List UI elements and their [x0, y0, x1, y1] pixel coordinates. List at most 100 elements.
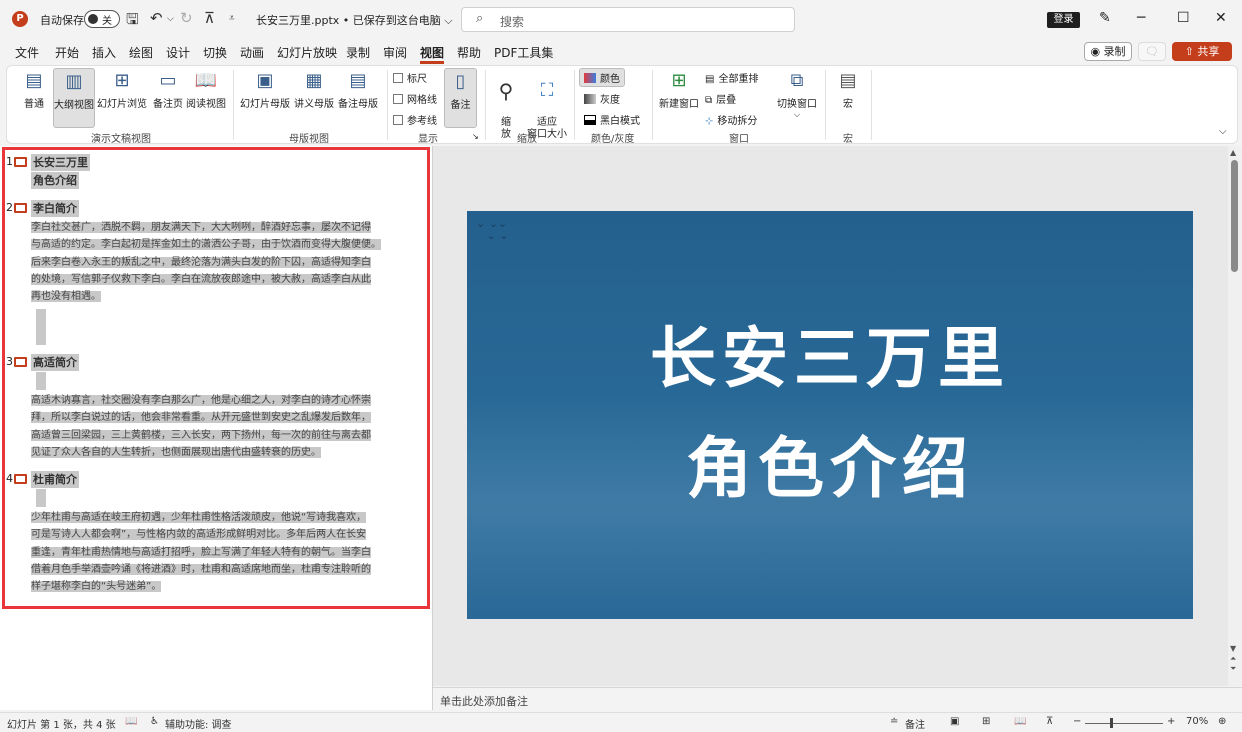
- cascade-label: 层叠: [716, 95, 737, 106]
- collapse-ribbon-icon[interactable]: ⌵: [1219, 126, 1227, 137]
- share-button[interactable]: ⇧ 共享: [1172, 42, 1232, 61]
- undo-dropdown-icon[interactable]: ⌵: [167, 14, 174, 24]
- move-split-button[interactable]: ⊹ 移动拆分: [705, 112, 757, 127]
- next-slide-icon[interactable]: ⏷: [1230, 664, 1236, 674]
- tab-view[interactable]: 视图: [420, 44, 444, 61]
- tab-review[interactable]: 审阅: [383, 44, 407, 61]
- zoom-out-icon[interactable]: −: [1073, 716, 1081, 727]
- black-white-button[interactable]: 黑白模式: [584, 112, 640, 127]
- separator: [825, 70, 826, 140]
- previous-slide-icon[interactable]: ⏶: [1230, 654, 1236, 664]
- switch-window-icon: ⧉: [790, 70, 804, 91]
- move-split-label: 移动拆分: [717, 116, 758, 127]
- scrollbar-thumb[interactable]: [1231, 160, 1238, 272]
- autosave-toggle[interactable]: 关: [84, 10, 120, 28]
- autosave-label: 自动保存: [40, 14, 84, 27]
- toggle-knob: [88, 14, 98, 24]
- notes-placeholder: 单击此处添加备注: [440, 695, 528, 708]
- minimize-icon[interactable]: ─: [1137, 10, 1145, 26]
- switch-window-button[interactable]: ⧉ 切换窗口 ⌵: [774, 70, 820, 126]
- tab-animations[interactable]: 动画: [240, 44, 264, 61]
- present-icon[interactable]: ⊼: [204, 9, 215, 27]
- new-window-button[interactable]: ⊞ 新建窗口: [657, 70, 701, 126]
- save-icon[interactable]: 🖫: [126, 9, 139, 34]
- tab-file[interactable]: 文件: [15, 44, 39, 61]
- notes-toggle-button[interactable]: ▯ 备注: [444, 68, 477, 128]
- scroll-down-icon[interactable]: ▼: [1230, 644, 1236, 653]
- zoom-slider[interactable]: [1085, 723, 1163, 724]
- show-dialog-launcher-icon[interactable]: ↘: [472, 132, 479, 141]
- reading-view-icon[interactable]: 📖: [1014, 716, 1026, 727]
- close-icon[interactable]: ✕: [1215, 10, 1227, 26]
- spellcheck-icon[interactable]: 📖: [125, 716, 137, 727]
- scroll-up-icon[interactable]: ▲: [1230, 148, 1236, 157]
- separator: [485, 70, 486, 140]
- slide-title-text[interactable]: 长安三万里: [467, 305, 1193, 401]
- slide-canvas[interactable]: 长安三万里 角色介绍: [467, 211, 1193, 619]
- outline-view-button[interactable]: ▥ 大纲视图: [53, 68, 95, 128]
- notes-master-button[interactable]: ▤ 备注母版: [336, 70, 380, 126]
- tab-record[interactable]: 录制: [346, 44, 370, 61]
- zoom-in-icon[interactable]: +: [1167, 716, 1175, 727]
- normal-view-icon: ▤: [25, 70, 43, 91]
- slide-sorter-button[interactable]: ⊞ 幻灯片浏览: [96, 70, 148, 126]
- color-icon: [584, 73, 596, 83]
- black-white-icon: [584, 115, 596, 125]
- normal-view-icon[interactable]: ▣: [950, 716, 959, 727]
- handout-master-button[interactable]: ▦ 讲义母版: [292, 70, 336, 126]
- arrange-all-icon: ▤: [705, 74, 715, 85]
- fit-to-window-button[interactable]: ⛶ 适应 窗口大小: [524, 68, 570, 140]
- active-tab-indicator: [420, 61, 444, 64]
- new-window-label: 新建窗口: [659, 99, 699, 110]
- color-button[interactable]: 颜色: [579, 68, 625, 87]
- notes-page-button[interactable]: ▭ 备注页: [148, 70, 188, 126]
- zoom-button[interactable]: ⚲ 缩 放: [491, 68, 521, 140]
- ruler-checkbox[interactable]: 标尺: [393, 70, 427, 85]
- tab-help[interactable]: 帮助: [457, 44, 481, 61]
- tab-draw[interactable]: 绘图: [129, 44, 153, 61]
- record-button[interactable]: ◉ 录制: [1084, 42, 1132, 61]
- zoom-slider-thumb[interactable]: [1110, 718, 1113, 728]
- gridlines-checkbox[interactable]: 网格线: [393, 91, 437, 106]
- notes-icon[interactable]: ≐: [890, 716, 898, 727]
- slide-sorter-icon[interactable]: ⊞: [982, 716, 990, 727]
- fit-window-icon: ⛶: [540, 80, 554, 101]
- fit-slide-icon[interactable]: ⊕: [1218, 716, 1226, 727]
- comments-icon[interactable]: 🗨: [1138, 42, 1166, 61]
- maximize-icon[interactable]: ☐: [1177, 10, 1190, 26]
- accessibility-icon[interactable]: ♿: [150, 716, 159, 727]
- search-box[interactable]: ⌕ 搜索: [461, 7, 795, 32]
- checkbox-box: [393, 94, 403, 104]
- group-label-window: 窗口: [729, 134, 749, 145]
- checkbox-box: [393, 73, 403, 83]
- tab-pdf-tools[interactable]: PDF工具集: [494, 44, 553, 61]
- arrange-all-button[interactable]: ▤ 全部重排: [705, 70, 758, 85]
- powerpoint-logo-icon: P: [12, 11, 28, 27]
- login-button[interactable]: 登录: [1047, 12, 1080, 28]
- redo-icon[interactable]: ↻: [180, 9, 193, 27]
- notes-pane[interactable]: 单击此处添加备注: [433, 687, 1242, 710]
- accessibility-status[interactable]: 辅助功能: 调查: [165, 716, 232, 731]
- grayscale-button[interactable]: 灰度: [584, 91, 620, 106]
- slideshow-icon[interactable]: ⊼: [1046, 716, 1053, 727]
- pen-icon[interactable]: ✎: [1099, 10, 1111, 26]
- normal-view-button[interactable]: ▤ 普通: [13, 70, 55, 126]
- checkbox-box: [393, 115, 403, 125]
- document-title[interactable]: 长安三万里.pptx • 已保存到这台电脑 ⌵: [256, 12, 453, 28]
- tab-design[interactable]: 设计: [166, 44, 190, 61]
- macro-button[interactable]: ▤ 宏: [832, 70, 864, 126]
- tab-slideshow[interactable]: 幻灯片放映: [277, 44, 337, 61]
- zoom-level[interactable]: 70%: [1186, 716, 1208, 727]
- notes-toggle-label: 备注: [450, 100, 471, 111]
- reading-view-button[interactable]: 📖 阅读视图: [184, 70, 228, 126]
- tab-insert[interactable]: 插入: [92, 44, 116, 61]
- slide-subtitle-text[interactable]: 角色介绍: [467, 415, 1193, 511]
- tab-transitions[interactable]: 切换: [203, 44, 227, 61]
- cascade-button[interactable]: ⧉ 层叠: [705, 91, 736, 106]
- undo-icon[interactable]: ↶: [150, 9, 163, 27]
- customize-toolbar-icon[interactable]: ⩡: [229, 13, 235, 24]
- tab-home[interactable]: 开始: [55, 44, 79, 61]
- notes-status-button[interactable]: 备注: [905, 716, 925, 731]
- slide-master-button[interactable]: ▣ 幻灯片母版: [239, 70, 291, 126]
- guides-checkbox[interactable]: 参考线: [393, 112, 437, 127]
